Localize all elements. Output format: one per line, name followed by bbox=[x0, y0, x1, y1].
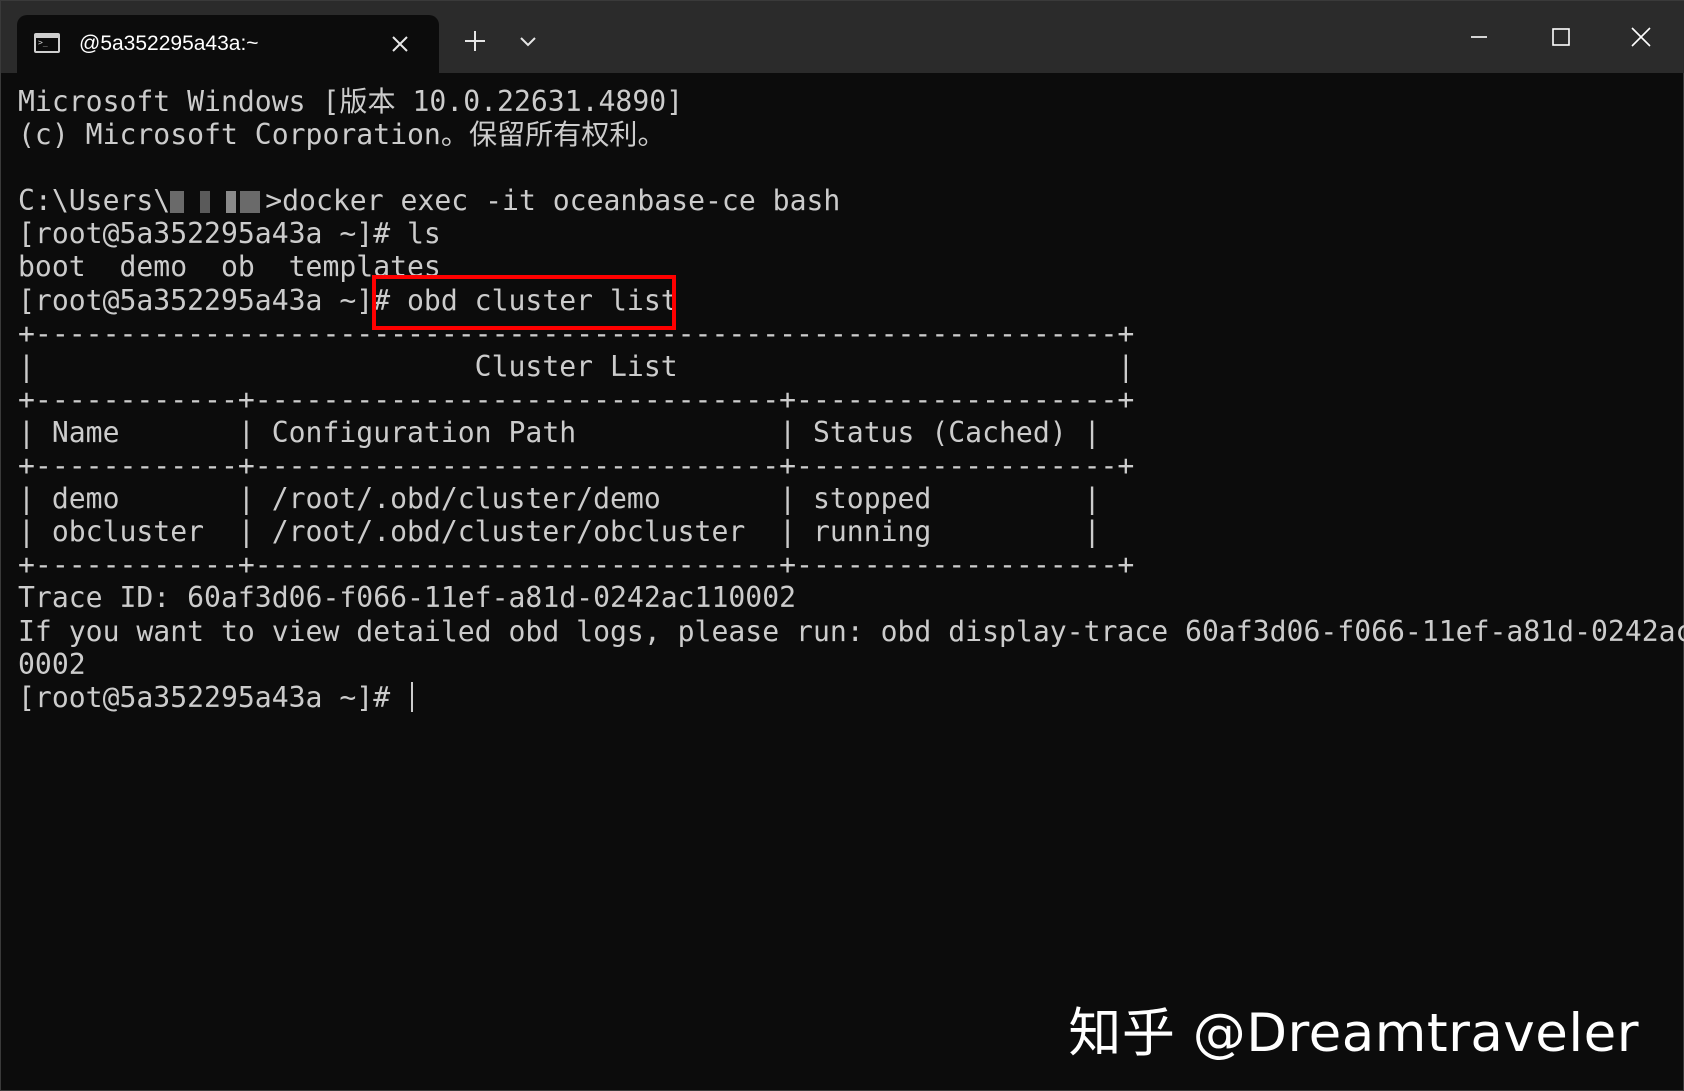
watermark: 知乎 @Dreamtraveler bbox=[1068, 1003, 1639, 1064]
maximize-icon[interactable] bbox=[1531, 11, 1591, 63]
close-window-icon[interactable] bbox=[1611, 11, 1671, 63]
highlight-box bbox=[372, 275, 676, 330]
tab-title: @5a352295a43a:~ bbox=[79, 32, 259, 55]
new-tab-plus-icon[interactable] bbox=[457, 23, 493, 59]
command-line: C:\Users\ >docker exec -it oceanbase-ce b… bbox=[18, 184, 1683, 217]
output-line: (c) Microsoft Corporation。保留所有权利。 bbox=[18, 118, 666, 152]
prompt: [root@5a352295a43a ~]# bbox=[18, 680, 408, 714]
tab-close-icon[interactable] bbox=[385, 29, 415, 59]
terminal-window: @5a352295a43a:~ Microsoft Windows [版本 10… bbox=[0, 0, 1684, 1091]
path-prefix: C:\Users\ bbox=[18, 184, 171, 218]
terminal-icon bbox=[34, 33, 60, 53]
command-line: [root@5a352295a43a ~]# ls bbox=[18, 217, 441, 251]
title-bar[interactable]: @5a352295a43a:~ bbox=[1, 1, 1684, 73]
text-cursor bbox=[411, 681, 414, 712]
hint-line: 0002 bbox=[18, 647, 86, 681]
command-text: >docker exec -it oceanbase-ce bash bbox=[265, 184, 841, 218]
table-separator: +------------+--------------------------… bbox=[18, 382, 1135, 416]
terminal-output[interactable]: Microsoft Windows [版本 10.0.22631.4890] (… bbox=[18, 85, 1684, 1090]
table-separator: +------------+--------------------------… bbox=[18, 548, 1135, 582]
output-line: boot demo ob templates bbox=[18, 250, 441, 284]
chevron-down-icon[interactable] bbox=[513, 23, 543, 59]
table-row: | obcluster | /root/.obd/cluster/obclust… bbox=[18, 515, 1101, 549]
terminal-tab[interactable]: @5a352295a43a:~ bbox=[17, 15, 439, 73]
command-line: [root@5a352295a43a ~]# obd cluster list bbox=[18, 283, 678, 317]
redacted-username bbox=[170, 191, 266, 214]
table-border: +---------------------------------------… bbox=[18, 316, 1135, 350]
table-separator: +------------+--------------------------… bbox=[18, 449, 1135, 483]
table-title: | Cluster List | bbox=[18, 349, 1135, 383]
table-header: | Name | Configuration Path | Status (Ca… bbox=[18, 415, 1101, 449]
minimize-icon[interactable] bbox=[1449, 11, 1509, 63]
table-row: | demo | /root/.obd/cluster/demo | stopp… bbox=[18, 482, 1101, 516]
trace-id: Trace ID: 60af3d06-f066-11ef-a81d-0242ac… bbox=[18, 581, 797, 615]
output-line: Microsoft Windows [版本 10.0.22631.4890] bbox=[18, 85, 684, 118]
hint-line: If you want to view detailed obd logs, p… bbox=[18, 614, 1684, 648]
prompt-line[interactable]: [root@5a352295a43a ~]# bbox=[18, 681, 1683, 714]
